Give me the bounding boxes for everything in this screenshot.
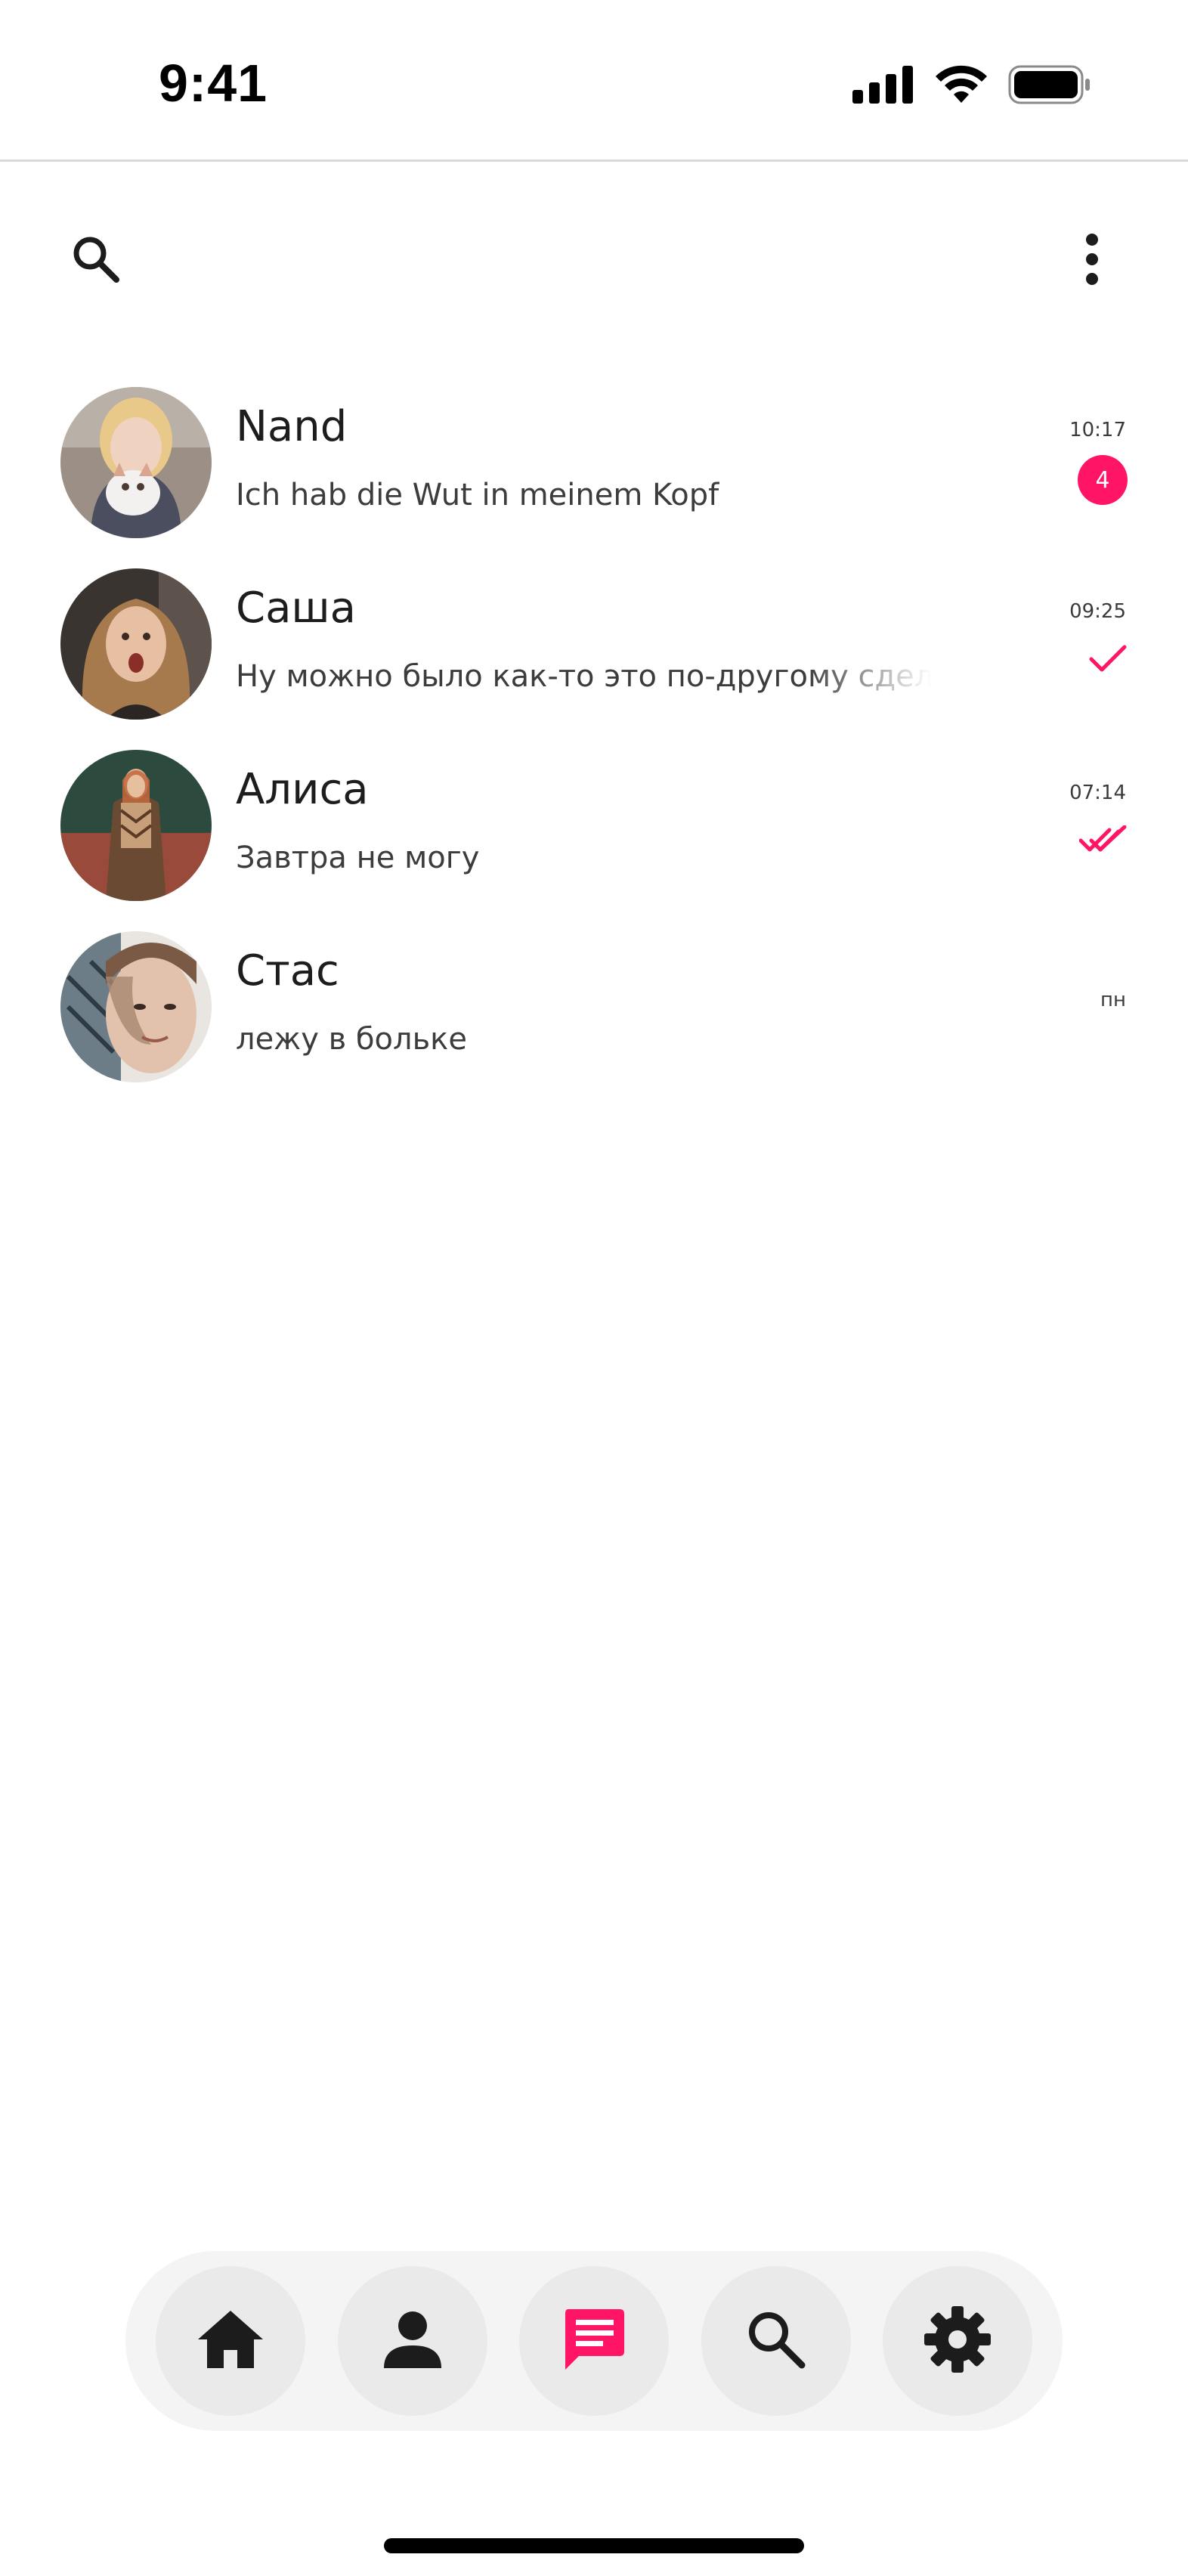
sent-check-icon [1088,644,1128,677]
profile-icon [382,2309,443,2373]
nav-home-button[interactable] [156,2266,305,2416]
status-icons [852,65,1091,107]
chat-item-nand[interactable]: Nand Ich hab die Wut in meinem Kopf 10:1… [0,379,1188,561]
wifi-icon [934,65,988,107]
chat-name: Nand [236,402,348,451]
chat-time: пн [1100,989,1126,1011]
nav-chats-button[interactable] [519,2266,669,2416]
chat-item-stas[interactable]: Стас лежу в больке пн [0,924,1188,1105]
nav-profile-button[interactable] [337,2266,487,2416]
chat-name: Алиса [236,765,369,814]
avatar [60,750,212,901]
avatar [60,568,212,720]
chat-time: 10:17 [1069,419,1126,441]
nav-settings-button[interactable] [883,2266,1032,2416]
chat-preview: лежу в больке [236,1022,467,1057]
bottom-navigation [125,2251,1063,2431]
chat-preview: Завтра не могу [236,841,480,875]
status-time: 9:41 [159,54,268,113]
chat-preview: Ich hab die Wut in meinem Kopf [236,478,719,512]
avatar [60,387,212,538]
header-menu-button[interactable] [1050,219,1134,302]
read-double-check-icon [1078,825,1128,859]
chat-item-sasha[interactable]: Саша Ну можно было как-то это по-другому… [0,561,1188,742]
home-icon [196,2309,265,2373]
search-icon [744,2308,808,2374]
chat-item-alisa[interactable]: Алиса Завтра не могу 07:14 [0,742,1188,924]
chat-list: Nand Ich hab die Wut in meinem Kopf 10:1… [0,379,1188,1105]
status-bar: 9:41 [0,0,1188,162]
settings-gear-icon [923,2305,992,2377]
chat-time: 09:25 [1069,600,1126,623]
cellular-signal-icon [852,66,914,107]
nav-search-button[interactable] [701,2266,851,2416]
more-vertical-icon [1084,232,1100,289]
avatar [60,931,212,1082]
app-header [0,162,1188,358]
search-icon [70,233,122,289]
chat-name: Саша [236,584,356,633]
home-indicator[interactable] [384,2538,804,2553]
unread-badge: 4 [1078,455,1128,505]
battery-icon [1008,65,1091,107]
chat-preview: Ну можно было как-то это по-другому сдел… [236,659,931,694]
chat-time: 07:14 [1069,782,1126,804]
chat-icon [562,2308,626,2374]
chat-name: Стас [236,946,339,995]
header-search-button[interactable] [54,219,138,302]
